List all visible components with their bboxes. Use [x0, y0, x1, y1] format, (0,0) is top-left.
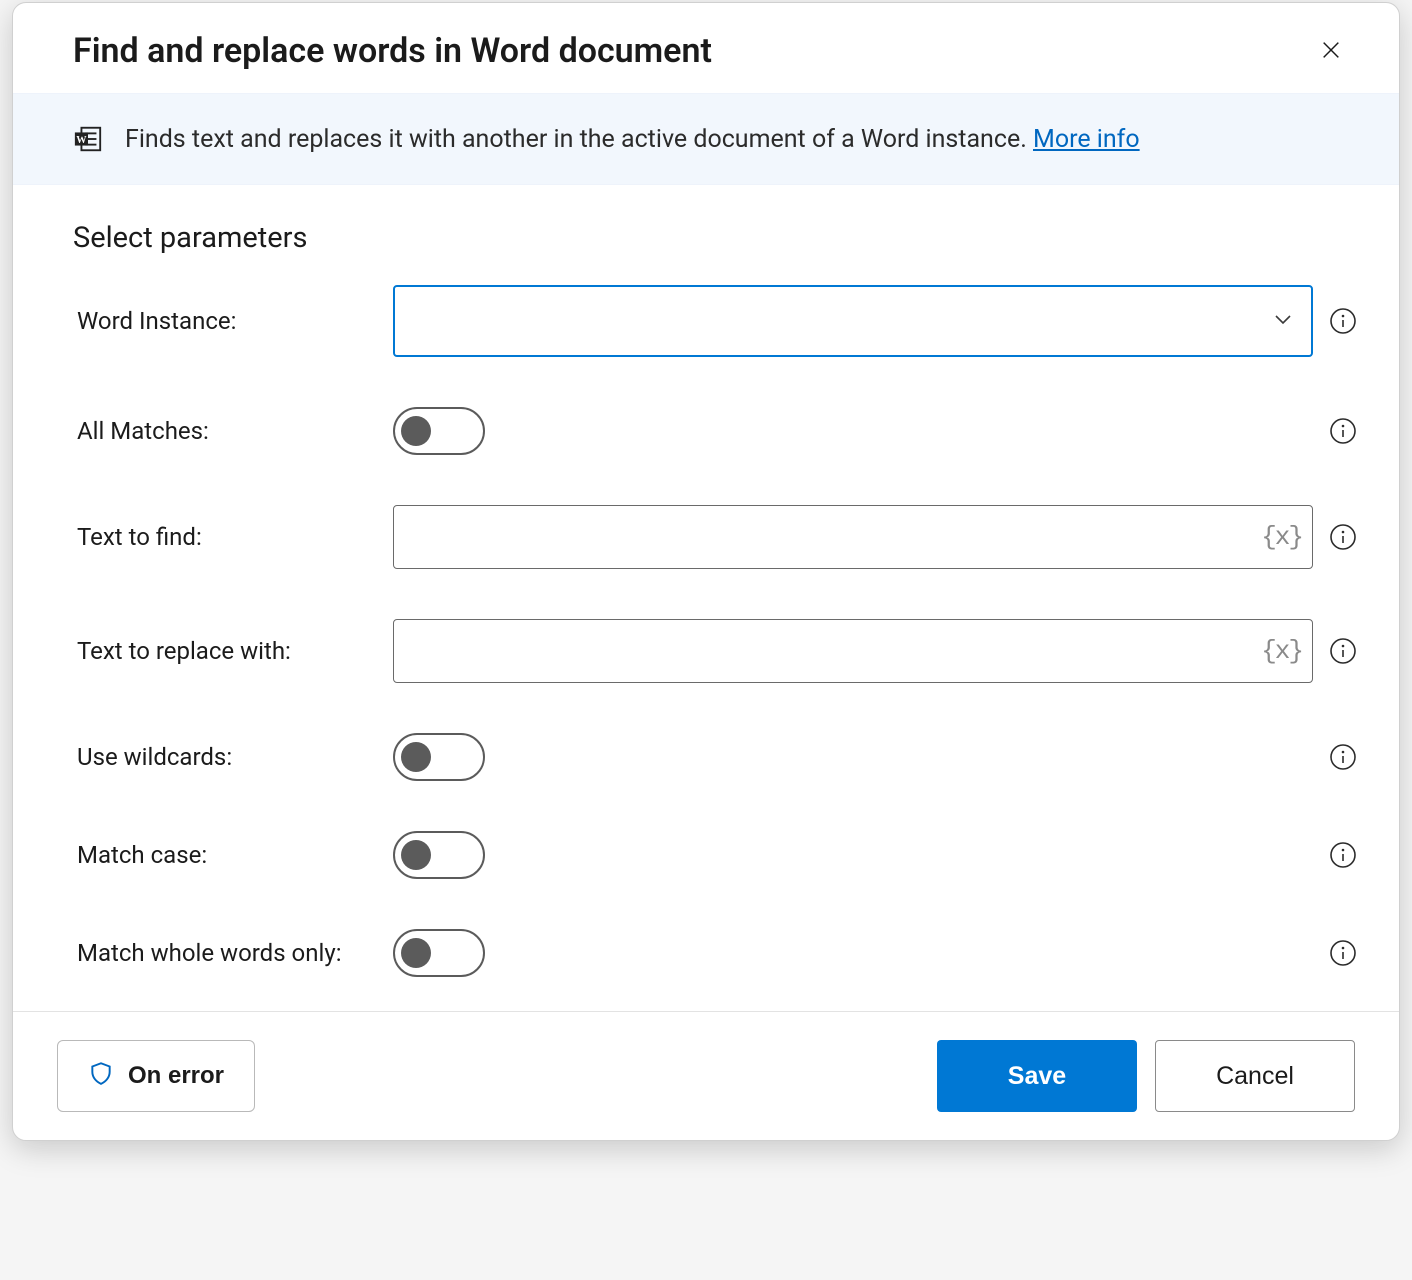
- chevron-down-icon: [1271, 307, 1295, 335]
- text-to-replace-label: Text to replace with:: [73, 637, 393, 665]
- toggle-knob: [401, 742, 431, 772]
- svg-text:W: W: [76, 135, 87, 146]
- match-whole-words-info-icon[interactable]: [1328, 938, 1358, 968]
- text-to-find-label: Text to find:: [73, 523, 393, 551]
- all-matches-toggle[interactable]: [393, 407, 485, 455]
- close-icon: [1320, 39, 1342, 64]
- info-text: Finds text and replaces it with another …: [125, 125, 1140, 154]
- text-to-replace-info-icon[interactable]: [1328, 636, 1358, 666]
- variable-icon[interactable]: {x}: [1261, 636, 1302, 666]
- text-to-replace-input[interactable]: {x}: [393, 619, 1313, 683]
- dialog-footer: On error Save Cancel: [13, 1011, 1399, 1140]
- more-info-link[interactable]: More info: [1033, 125, 1140, 154]
- use-wildcards-toggle[interactable]: [393, 733, 485, 781]
- word-instance-label: Word Instance:: [73, 307, 393, 335]
- cancel-button[interactable]: Cancel: [1155, 1040, 1355, 1112]
- on-error-label: On error: [128, 1062, 224, 1090]
- parameters-form: Word Instance:: [73, 285, 1339, 977]
- dialog-header: Find and replace words in Word document: [13, 3, 1399, 93]
- word-icon: W: [73, 124, 103, 154]
- on-error-button[interactable]: On error: [57, 1040, 255, 1112]
- text-to-find-info-icon[interactable]: [1328, 522, 1358, 552]
- toggle-knob: [401, 840, 431, 870]
- use-wildcards-label: Use wildcards:: [73, 743, 393, 771]
- shield-icon: [88, 1060, 114, 1093]
- word-instance-select[interactable]: [393, 285, 1313, 357]
- save-button[interactable]: Save: [937, 1040, 1137, 1112]
- info-description: Finds text and replaces it with another …: [125, 125, 1033, 154]
- variable-icon[interactable]: {x}: [1261, 522, 1302, 552]
- match-case-label: Match case:: [73, 841, 393, 869]
- footer-right: Save Cancel: [937, 1040, 1355, 1112]
- all-matches-label: All Matches:: [73, 417, 393, 445]
- close-button[interactable]: [1311, 31, 1351, 71]
- word-instance-info-icon[interactable]: [1328, 306, 1358, 336]
- use-wildcards-info-icon[interactable]: [1328, 742, 1358, 772]
- dialog-title: Find and replace words in Word document: [73, 31, 712, 71]
- toggle-knob: [401, 938, 431, 968]
- match-case-toggle[interactable]: [393, 831, 485, 879]
- text-to-find-input[interactable]: {x}: [393, 505, 1313, 569]
- match-case-info-icon[interactable]: [1328, 840, 1358, 870]
- all-matches-info-icon[interactable]: [1328, 416, 1358, 446]
- match-whole-words-toggle[interactable]: [393, 929, 485, 977]
- info-bar: W Finds text and replaces it with anothe…: [13, 93, 1399, 185]
- dialog-body: Select parameters Word Instance:: [13, 185, 1399, 1011]
- match-whole-words-label: Match whole words only:: [73, 939, 393, 967]
- section-title: Select parameters: [73, 221, 1339, 255]
- toggle-knob: [401, 416, 431, 446]
- find-replace-dialog: Find and replace words in Word document: [12, 2, 1400, 1141]
